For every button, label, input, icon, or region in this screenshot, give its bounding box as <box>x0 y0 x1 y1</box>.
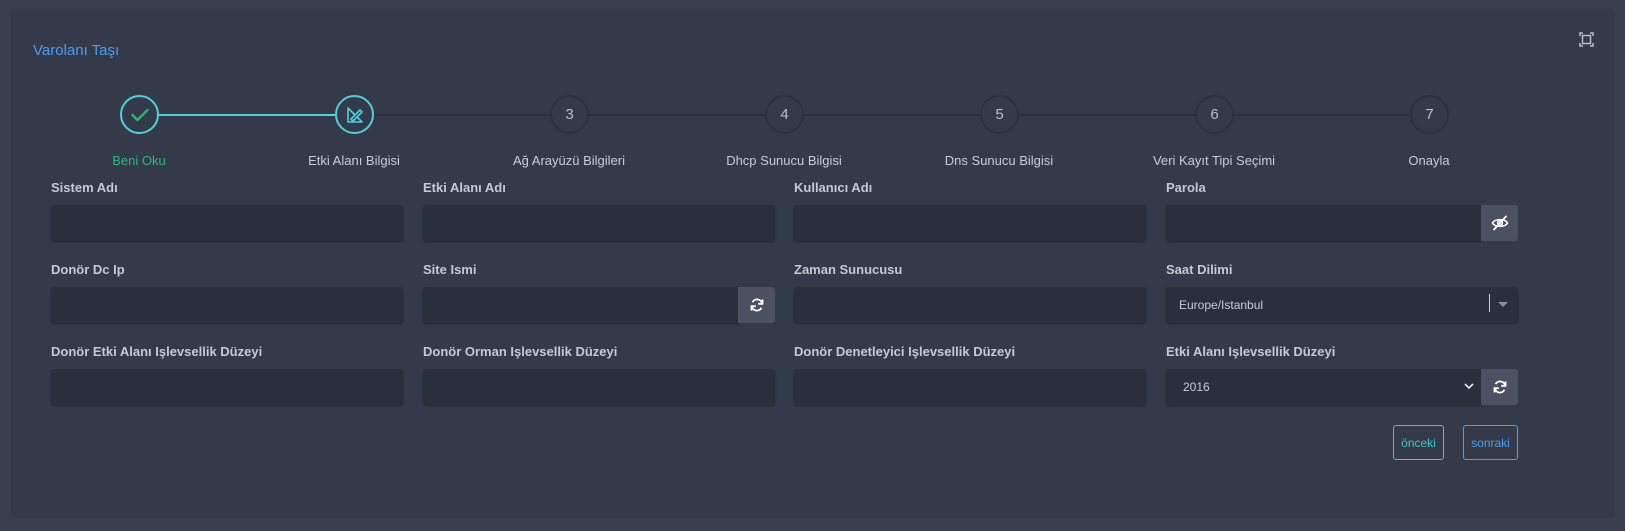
step-4-label: Dhcp Sunucu Bilgisi <box>726 153 842 168</box>
pencil-ruler-icon <box>346 106 363 123</box>
step-7-label: Onayla <box>1408 153 1450 168</box>
step-2-label: Etki Alanı Bilgisi <box>308 153 400 168</box>
step-3-label: Ağ Arayüzü Bilgileri <box>513 153 625 168</box>
username-label: Kullanıcı Adı <box>794 180 873 195</box>
domain-level-select[interactable]: 2016 <box>1166 369 1482 405</box>
expand-icon[interactable] <box>1579 32 1594 47</box>
timezone-value: Europe/Istanbul <box>1179 298 1264 312</box>
step-connector <box>1017 114 1197 116</box>
step-7-circle[interactable]: 7 <box>1410 95 1449 134</box>
step-connector <box>1232 114 1412 116</box>
password-toggle-button[interactable] <box>1481 205 1518 241</box>
domain-name-input[interactable] <box>423 205 775 241</box>
donor-dc-ip-label: Donör Dc Ip <box>51 262 125 277</box>
system-name-label: Sistem Adı <box>51 180 118 195</box>
step-6-circle[interactable]: 6 <box>1195 95 1234 134</box>
step-6-label: Veri Kayıt Tipi Seçimi <box>1152 153 1276 168</box>
donor-domain-level-input[interactable] <box>51 369 403 405</box>
step-connector <box>157 114 337 116</box>
donor-forest-level-input[interactable] <box>423 369 775 405</box>
wizard-panel: Varolanı Taşı Beni Oku Etki Alanı Bilgis… <box>12 10 1613 517</box>
donor-forest-level-label: Donör Orman Işlevsellik Düzeyi <box>423 344 618 359</box>
chevron-down-icon <box>1464 383 1474 390</box>
step-5-circle[interactable]: 5 <box>980 95 1019 134</box>
previous-button[interactable]: önceki <box>1393 425 1444 460</box>
refresh-icon <box>750 298 763 312</box>
check-icon <box>130 108 149 121</box>
donor-domain-level-label: Donör Etki Alanı Işlevsellik Düzeyi <box>51 344 263 359</box>
panel-title: Varolanı Taşı <box>33 42 120 59</box>
time-server-label: Zaman Sunucusu <box>794 262 903 277</box>
step-1-circle[interactable] <box>120 95 159 134</box>
next-button[interactable]: sonraki <box>1463 425 1518 460</box>
domain-level-value: 2016 <box>1183 380 1210 394</box>
donor-dc-level-input[interactable] <box>794 369 1146 405</box>
site-name-label: Site Ismi <box>423 262 477 277</box>
select-cursor <box>1489 294 1490 312</box>
timezone-select[interactable]: Europe/Istanbul <box>1166 287 1518 323</box>
password-label: Parola <box>1166 180 1206 195</box>
step-2-circle[interactable] <box>335 95 374 134</box>
password-input[interactable] <box>1166 205 1482 241</box>
step-4-circle[interactable]: 4 <box>765 95 804 134</box>
step-1-label: Beni Oku <box>112 153 166 168</box>
username-input[interactable] <box>794 205 1146 241</box>
step-connector <box>587 114 767 116</box>
donor-dc-ip-input[interactable] <box>51 287 403 323</box>
donor-dc-level-label: Donör Denetleyici Işlevsellik Düzeyi <box>794 344 1016 359</box>
step-5-label: Dns Sunucu Bilgisi <box>944 153 1054 168</box>
site-name-refresh-button[interactable] <box>738 287 775 323</box>
step-connector <box>802 114 982 116</box>
time-server-input[interactable] <box>794 287 1146 323</box>
timezone-label: Saat Dilimi <box>1166 262 1233 277</box>
step-3-circle[interactable]: 3 <box>550 95 589 134</box>
domain-level-refresh-button[interactable] <box>1481 369 1518 405</box>
caret-down-icon <box>1498 302 1508 307</box>
site-name-input[interactable] <box>423 287 739 323</box>
system-name-input[interactable] <box>51 205 403 241</box>
eye-slash-icon <box>1491 215 1508 231</box>
step-connector <box>372 114 552 116</box>
domain-level-label: Etki Alanı Işlevsellik Düzeyi <box>1166 344 1336 359</box>
domain-name-label: Etki Alanı Adı <box>423 180 506 195</box>
refresh-icon <box>1493 380 1506 394</box>
